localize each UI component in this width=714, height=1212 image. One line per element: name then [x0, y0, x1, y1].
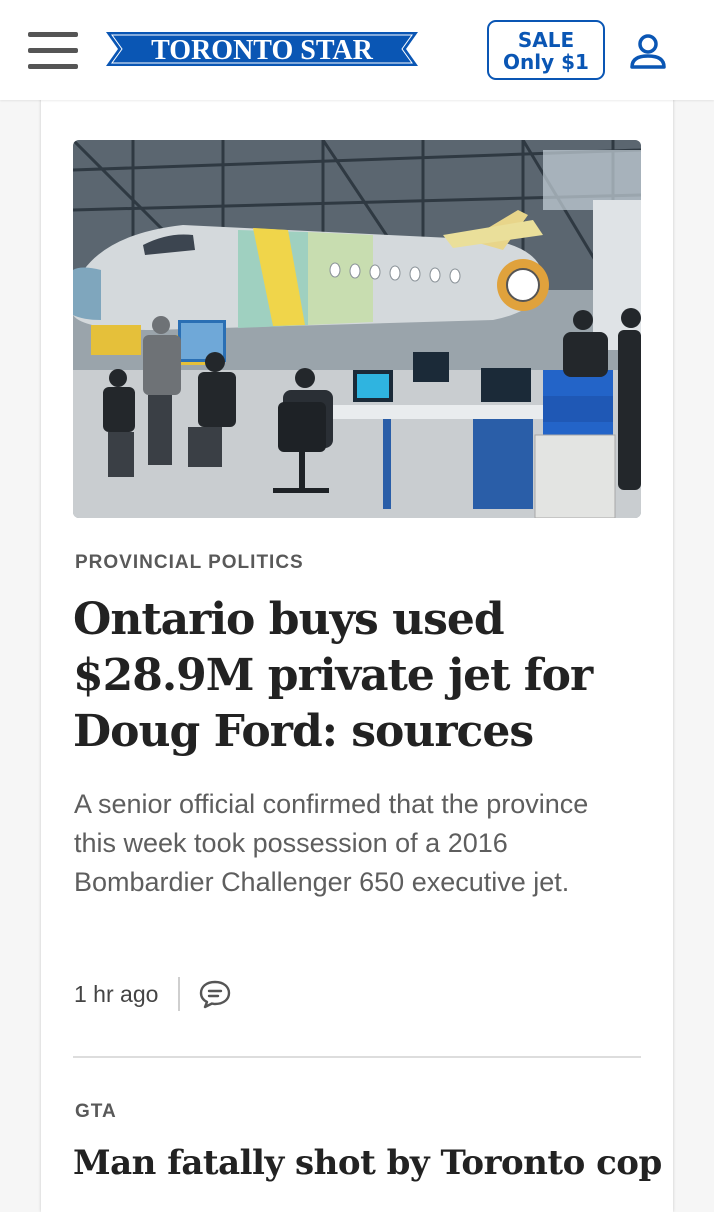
sale-subscribe-button[interactable]: SALE Only $1: [487, 20, 605, 80]
comment-bubble-icon[interactable]: [198, 979, 232, 1009]
article-divider: [73, 1056, 641, 1058]
user-account-icon[interactable]: [628, 33, 668, 71]
article-kicker[interactable]: GTA: [75, 1101, 117, 1123]
article-meta: 1 hr ago: [74, 976, 232, 1012]
sale-price-label: Only $1: [503, 50, 589, 74]
article-headline[interactable]: Ontario buys used $28.9M private jet for…: [73, 592, 633, 760]
article-summary: A senior official confirmed that the pro…: [74, 789, 589, 897]
hamburger-menu-icon[interactable]: [28, 32, 78, 70]
article-kicker[interactable]: PROVINCIAL POLITICS: [75, 552, 304, 574]
site-header: TORONTO STAR SALE Only $1: [0, 0, 714, 100]
article-timestamp: 1 hr ago: [74, 980, 159, 1007]
toronto-star-logo[interactable]: TORONTO STAR: [106, 30, 418, 68]
article-card: PROVINCIAL POLITICS Ontario buys used $2…: [41, 92, 673, 1212]
logo-text: TORONTO STAR: [151, 35, 374, 66]
hero-image[interactable]: [73, 140, 641, 518]
meta-divider: [178, 977, 181, 1011]
sale-label: SALE: [517, 28, 575, 52]
article-headline[interactable]: Man fatally shot by Toronto cop: [73, 1139, 662, 1187]
